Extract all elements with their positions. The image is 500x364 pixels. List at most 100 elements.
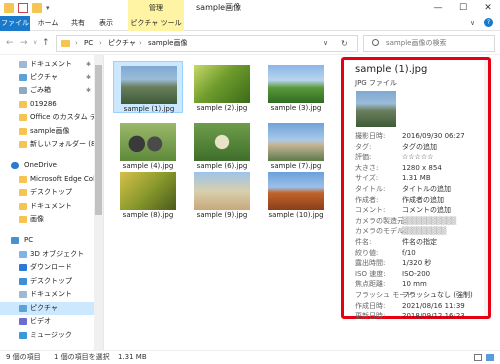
sidebar-item-desktop[interactable]: デスクトップ (0, 275, 94, 288)
tab-file[interactable]: ファイル (0, 16, 30, 31)
sidebar-item-onedrive[interactable]: OneDrive (0, 159, 94, 172)
property-label: 撮影日時: (355, 132, 386, 140)
file-item[interactable]: sample (4).jpg (113, 119, 183, 171)
property-label: サイズ: (355, 174, 379, 183)
details-file-type: JPG ファイル (355, 79, 397, 87)
sidebar-item-music[interactable]: ミュージック (0, 329, 94, 342)
property-value[interactable]: ▒▒▒▒▒▒▒▒▒▒▒ (402, 217, 456, 226)
property-label: タグ: (355, 142, 372, 151)
property-value[interactable]: ISO-200 (402, 270, 430, 279)
sidebar-item-019286[interactable]: 019286 (0, 98, 94, 111)
file-item[interactable]: sample (8).jpg (113, 168, 183, 220)
file-item[interactable]: sample (10).jpg (261, 168, 331, 220)
sidebar-item-documents[interactable]: ドキュメント ✱ (0, 58, 94, 71)
thumbnail-image (194, 172, 250, 210)
sidebar-item-3d-objects[interactable]: 3D オブジェクト (0, 248, 94, 261)
details-preview-image (356, 91, 396, 127)
sidebar-item-documents-pc[interactable]: ドキュメント (0, 288, 94, 301)
new-folder-icon[interactable] (32, 3, 42, 13)
property-value[interactable]: 件名の指定 (402, 238, 437, 247)
back-arrow-icon[interactable]: ← (6, 37, 14, 49)
property-label: タイトル: (355, 185, 386, 193)
property-value[interactable]: フラッシュなし (強制) (402, 291, 473, 300)
property-label: コメント: (355, 206, 386, 215)
pin-icon[interactable]: ✱ (86, 58, 91, 71)
maximize-button[interactable]: ☐ (451, 0, 475, 16)
recycle-bin-icon (19, 87, 27, 94)
help-icon[interactable]: ? (484, 18, 493, 27)
sidebar-scroll-thumb[interactable] (95, 65, 102, 215)
pin-icon[interactable]: ✱ (86, 84, 91, 97)
forward-arrow-icon[interactable]: → (20, 37, 28, 49)
sidebar-item-sample-images[interactable]: sample画像 (0, 125, 94, 138)
search-input[interactable]: sample画像の検索 (363, 35, 495, 52)
chevron-down-icon[interactable]: ▾ (46, 3, 56, 13)
property-value[interactable]: ▒▒▒▒▒▒▒▒▒ (402, 227, 446, 236)
sidebar-item-new-folder-8[interactable]: 新しいフォルダー (8) (0, 138, 94, 151)
breadcrumb-pictures[interactable]: ピクチャ (108, 36, 136, 51)
file-item[interactable]: sample (6).jpg (187, 119, 257, 171)
property-value[interactable]: 2021/08/16 11:39 (402, 302, 465, 311)
sidebar-item-pictures[interactable]: ピクチャ ✱ (0, 71, 94, 84)
property-value[interactable]: f/10 (402, 249, 416, 258)
file-item[interactable]: sample (9).jpg (187, 168, 257, 220)
sidebar-item-recycle-bin[interactable]: ごみ箱 ✱ (0, 84, 94, 97)
sidebar-item-onedrive-desktop[interactable]: デスクトップ (0, 186, 94, 199)
search-placeholder: sample画像の検索 (386, 39, 447, 47)
address-bar[interactable]: › PC › ピクチャ › sample画像 ∨ ↻ (56, 35, 358, 52)
recent-chevron-icon[interactable]: ∨ (33, 37, 37, 49)
breadcrumb-pc[interactable]: PC (84, 36, 93, 51)
sidebar-item-edge-collections[interactable]: Microsoft Edge Colle (0, 173, 94, 186)
tab-home[interactable]: ホーム (34, 16, 62, 31)
property-value[interactable]: 1.31 MB (402, 174, 431, 183)
sidebar-item-pc[interactable]: PC (0, 234, 94, 247)
property-label: 大きさ: (355, 163, 379, 172)
tab-share[interactable]: 共有 (66, 16, 90, 31)
property-value[interactable]: ☆☆☆☆☆ (402, 153, 433, 162)
manage-tab[interactable]: 管理 (128, 0, 184, 16)
close-button[interactable]: ✕ (476, 0, 500, 16)
property-value[interactable]: 作成者の追加 (402, 196, 444, 205)
minimize-button[interactable]: — (426, 0, 450, 16)
tab-picture-tools[interactable]: ピクチャ ツール (128, 16, 184, 31)
chevron-down-icon[interactable]: ∨ (470, 19, 475, 27)
properties-icon[interactable] (18, 3, 28, 13)
sidebar-item-pictures-pc[interactable]: ピクチャ (0, 302, 94, 315)
sidebar-item-downloads[interactable]: ダウンロード (0, 261, 94, 274)
folder-icon (19, 216, 27, 223)
folder-icon (61, 40, 70, 47)
refresh-icon[interactable]: ↻ (341, 36, 348, 51)
sidebar-item-videos[interactable]: ビデオ (0, 315, 94, 328)
file-item[interactable]: sample (2).jpg (187, 61, 257, 113)
status-selection: 1 個の項目を選択 (54, 353, 110, 361)
pin-icon[interactable]: ✱ (86, 71, 91, 84)
property-value[interactable]: タイトルの追加 (402, 185, 451, 194)
folder-icon[interactable] (4, 3, 14, 13)
up-arrow-icon[interactable]: ↑ (42, 37, 50, 49)
document-icon (19, 61, 27, 68)
file-item[interactable]: sample (3).jpg (261, 61, 331, 113)
property-value[interactable]: 10 mm (402, 280, 427, 289)
status-size: 1.31 MB (118, 353, 147, 361)
property-value[interactable]: 2016/09/30 06:27 (402, 132, 465, 141)
file-name: sample (8).jpg (122, 211, 174, 219)
sidebar-item-onedrive-documents[interactable]: ドキュメント (0, 200, 94, 213)
details-scrollbar[interactable] (484, 60, 488, 316)
address-dropdown-icon[interactable]: ∨ (323, 36, 328, 51)
large-icons-view-icon[interactable] (486, 354, 494, 361)
breadcrumb-sample-images[interactable]: sample画像 (148, 36, 187, 51)
property-value[interactable]: 2018/09/12 16:23 (402, 312, 465, 321)
property-value[interactable]: 1280 x 854 (402, 164, 442, 173)
tab-view[interactable]: 表示 (94, 16, 118, 31)
file-item[interactable]: sample (1).jpg (113, 61, 183, 113)
property-label: 件名: (355, 238, 372, 246)
sidebar-item-onedrive-images[interactable]: 画像 (0, 213, 94, 226)
property-value[interactable]: コメントの追加 (402, 206, 451, 215)
sidebar-scrollbar[interactable] (94, 55, 103, 350)
folder-icon (19, 128, 27, 135)
property-value[interactable]: 1/320 秒 (402, 259, 431, 268)
sidebar-item-office-templates[interactable]: Office のカスタム テンプレ (0, 111, 94, 124)
file-item[interactable]: sample (7).jpg (261, 119, 331, 171)
property-value[interactable]: タグの追加 (402, 143, 437, 152)
details-view-icon[interactable] (474, 354, 482, 361)
